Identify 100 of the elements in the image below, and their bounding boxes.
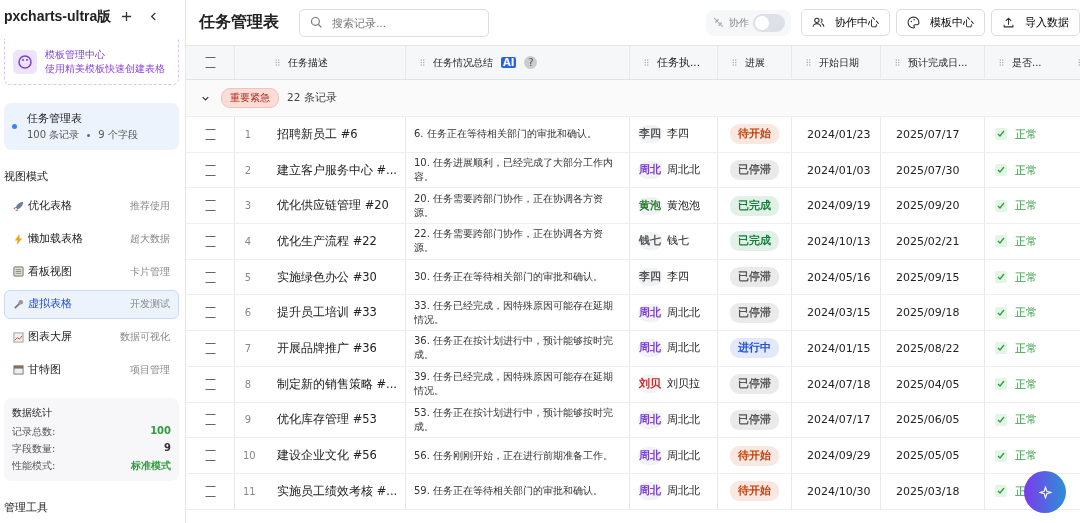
table-cell: 实施绿色办公 #30 [277, 269, 377, 285]
toolbar-button[interactable]: 模板中心 [896, 9, 985, 36]
view-item[interactable]: 懒加载表格 超大数据 [4, 224, 179, 254]
view-item[interactable]: 看板视图 卡片管理 [4, 257, 179, 287]
table-cell: 2025/06/05 [896, 413, 960, 427]
search-field[interactable]: 搜索记录... [299, 8, 489, 37]
column-header[interactable]: 任务描述 [288, 55, 328, 70]
section-title: 视图模式 [4, 170, 49, 185]
sparkle-icon [1038, 485, 1052, 499]
ai-badge: AI [501, 57, 517, 68]
drag-handle-icon[interactable] [420, 58, 425, 67]
status-pill: 已停滞 [730, 409, 779, 430]
view-item[interactable]: 优化表格 推荐使用 [4, 192, 179, 221]
table-cell: 2025/09/15 [896, 270, 960, 284]
row-checkbox[interactable] [204, 128, 216, 140]
table-cell: 2025/04/05 [896, 377, 960, 391]
avatar: 李四 [638, 125, 662, 144]
check-icon [995, 271, 1007, 284]
avatar: 周北 [638, 161, 662, 180]
current-table-card[interactable]: 任务管理表 100 条记录 9 个字段 [4, 103, 179, 151]
status-pill: 已完成 [730, 231, 779, 252]
column-header[interactable]: 预计完成日... [908, 55, 968, 70]
select-all-checkbox[interactable] [204, 57, 216, 68]
table-cell: 2024/01/23 [807, 127, 871, 141]
import-button[interactable]: 导入数据 [991, 9, 1080, 36]
view-item[interactable]: 虚拟表格 开发测试 [4, 290, 179, 319]
drag-handle-icon[interactable] [275, 58, 280, 67]
column-header[interactable]: 开始日期 [819, 55, 859, 70]
check-icon [995, 449, 1007, 462]
table-cell: 2024/07/17 [807, 413, 871, 427]
table-cell-text: 39. 任务已经完成，因特殊原因可能存在延期情况。 [414, 370, 615, 399]
table-cell: 制定新的销售策略 #... [276, 376, 397, 392]
table-cell: 周北北 [667, 448, 700, 463]
stat-value: 9 [164, 442, 171, 455]
drag-handle-icon[interactable] [644, 58, 649, 67]
table-cell: 优化生产流程 #22 [277, 233, 377, 249]
stat-label: 记录总数: [12, 425, 56, 439]
template-card-title: 模板管理中心 [45, 47, 106, 62]
priority-tag: 重要紧急 [221, 88, 279, 108]
row-checkbox[interactable] [204, 307, 216, 319]
table-cell: 2024/03/15 [807, 306, 871, 320]
check-icon [995, 128, 1007, 141]
row-number: 4 [243, 235, 253, 247]
template-card[interactable]: 模板管理中心 使用精美模板快速创建表格 [4, 39, 179, 86]
row-checkbox[interactable] [204, 164, 216, 176]
status-pill: 已完成 [730, 195, 779, 216]
row-checkbox[interactable] [204, 485, 216, 497]
status-pill: 已停滞 [730, 160, 779, 181]
template-card-subtitle: 使用精美模板快速创建表格 [45, 61, 165, 76]
table-cell: 周北北 [667, 341, 700, 356]
table-cell: 提升员工培训 #33 [277, 305, 377, 321]
sparkle-button[interactable] [1024, 471, 1066, 513]
table-cell: 黄泡泡 [667, 198, 700, 213]
view-item[interactable]: 甘特图 项目管理 [4, 355, 179, 384]
search-icon [310, 15, 323, 29]
page-title: 任务管理表 [199, 12, 279, 33]
drag-handle-icon[interactable] [732, 58, 737, 67]
table-cell: 周北北 [667, 412, 700, 427]
view-item[interactable]: 图表大屏 数据可视化 [4, 322, 179, 352]
toolbar-button[interactable]: 协作中心 [801, 9, 890, 36]
table-cell: 李四 [667, 270, 689, 285]
table-cell: 招聘新员工 #6 [277, 126, 358, 142]
add-icon[interactable] [121, 11, 133, 23]
column-header[interactable]: 是否... [1012, 55, 1042, 70]
drag-handle-icon[interactable] [999, 58, 1004, 67]
row-checkbox[interactable] [204, 200, 216, 212]
lightning-icon [13, 233, 24, 245]
row-checkbox[interactable] [204, 450, 216, 462]
row-checkbox[interactable] [204, 378, 216, 390]
column-header[interactable]: 任务执... [657, 55, 700, 70]
collaboration-switch[interactable] [753, 13, 785, 32]
stat-label: 字段数量: [12, 442, 56, 456]
drag-handle-icon[interactable] [895, 58, 900, 67]
table-cell: 6. 任务正在等待相关部门的审批和确认。 [414, 127, 597, 142]
status-pill: 已停滞 [730, 374, 779, 395]
status-pill: 待开始 [730, 445, 779, 466]
check-icon [995, 413, 1007, 426]
table-cell-text: 36. 任务正在按计划进行中，预计能够按时完成。 [414, 334, 615, 363]
column-header[interactable]: 进展 [745, 55, 765, 70]
avatar: 周北 [638, 410, 662, 429]
status-pill: 待开始 [730, 481, 779, 502]
avatar: 周北 [638, 339, 662, 358]
row-checkbox[interactable] [204, 414, 216, 426]
help-badge[interactable]: ? [524, 56, 538, 69]
table-cell: 正常 [1015, 126, 1037, 142]
table-cell: 2025/09/18 [896, 306, 960, 320]
column-header[interactable]: 任务情况总结 [433, 55, 493, 70]
table-cell: 2025/09/20 [896, 199, 960, 213]
check-icon [995, 378, 1007, 391]
table-cell: 正常 [1015, 305, 1037, 321]
avatar: 钱七 [638, 232, 662, 251]
table-cell: 周北北 [667, 163, 700, 178]
table-cell: 30. 任务正在等待相关部门的审批和确认。 [414, 270, 604, 285]
table-cell: 优化供应链管理 #20 [277, 198, 389, 214]
drag-handle-icon[interactable] [806, 58, 811, 67]
row-number: 9 [243, 414, 253, 426]
row-checkbox[interactable] [204, 235, 216, 247]
row-checkbox[interactable] [204, 271, 216, 283]
table-cell: 2025/08/22 [896, 341, 960, 355]
row-checkbox[interactable] [204, 342, 216, 354]
